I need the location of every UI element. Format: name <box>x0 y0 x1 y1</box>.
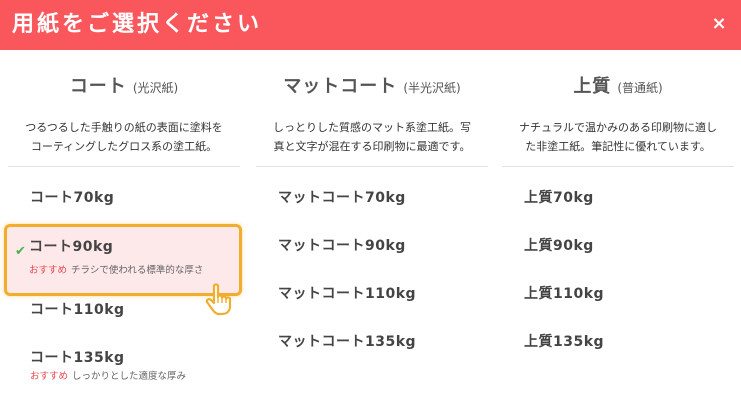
description-line: しっとりした質感のマット系塗工紙。写 <box>273 121 471 134</box>
column-title-main: 上質 <box>573 76 612 97</box>
option-note-text: チラシで使われる標準的な厚さ <box>71 265 204 276</box>
modal-title: 用紙をご選択ください <box>12 12 263 37</box>
paper-option-woodfree-135[interactable]: 上質135kg <box>502 332 740 396</box>
option-label: マットコート110kg <box>278 286 417 302</box>
option-label: 上質90kg <box>524 238 594 254</box>
paper-column-coat: コート (光沢紙) つるつるした手触りの紙の表面に塗料を コーティングしたグロス系… <box>4 50 244 412</box>
paper-column-matte-coat: マットコート (半光沢紙) しっとりした質感のマット系塗工紙。写 真と文字が混在す… <box>252 50 492 412</box>
column-title-main: マットコート <box>283 76 398 97</box>
description-line: た非塗工紙。筆記性に優れています。 <box>525 140 711 153</box>
recommend-badge: おすすめ <box>30 371 69 382</box>
modal-header: 用紙をご選択ください × <box>0 0 741 50</box>
option-label: コート135kg <box>30 350 125 366</box>
divider <box>256 166 488 167</box>
paper-option-coat-135[interactable]: コート135kg おすすめ しっかりとした適度な厚み <box>8 348 246 412</box>
description-line: コーティングしたグロス系の塗工紙。 <box>30 140 218 153</box>
option-label: 上質135kg <box>524 334 605 350</box>
option-label: 上質70kg <box>524 190 594 206</box>
column-title: コート (光沢紙) <box>4 74 244 101</box>
option-note-text: しっかりとした適度な厚み <box>72 371 187 382</box>
option-label: 上質110kg <box>524 286 605 302</box>
option-label: コート90kg <box>29 239 114 255</box>
column-description: つるつるした手触りの紙の表面に塗料を コーティングしたグロス系の塗工紙。 <box>4 118 244 156</box>
option-label: マットコート135kg <box>278 334 417 350</box>
divider <box>502 166 734 167</box>
column-title-main: コート <box>69 76 127 97</box>
column-title-sub: (普通紙) <box>617 81 663 95</box>
column-description: ナチュラルで温かみのある印刷物に適し た非塗工紙。筆記性に優れています。 <box>498 118 738 156</box>
column-title-sub: (光沢紙) <box>132 81 179 95</box>
option-label: コート110kg <box>30 302 125 318</box>
paper-option-matte-135[interactable]: マットコート135kg <box>256 332 494 396</box>
option-note: おすすめ チラシで使われる標準的な厚さ <box>29 264 203 278</box>
description-line: 真と文字が混在する印刷物に最適です。 <box>273 140 471 153</box>
check-icon: ✔ <box>15 244 26 259</box>
paper-column-woodfree: 上質 (普通紙) ナチュラルで温かみのある印刷物に適し た非塗工紙。筆記性に優れて… <box>498 50 738 412</box>
column-title-sub: (半光沢紙) <box>403 81 461 95</box>
option-note: おすすめ しっかりとした適度な厚み <box>30 370 186 384</box>
description-line: ナチュラルで温かみのある印刷物に適し <box>519 121 717 134</box>
option-label: コート70kg <box>30 190 115 206</box>
recommend-badge: おすすめ <box>29 265 68 276</box>
description-line: つるつるした手触りの紙の表面に塗料を <box>25 121 223 134</box>
option-label: マットコート90kg <box>278 238 406 254</box>
close-icon: × <box>711 13 727 34</box>
column-title: 上質 (普通紙) <box>498 74 738 101</box>
hand-pointer-icon <box>205 283 232 316</box>
column-description: しっとりした質感のマット系塗工紙。写 真と文字が混在する印刷物に最適です。 <box>252 118 492 156</box>
close-button[interactable]: × <box>707 12 731 36</box>
divider <box>8 166 240 167</box>
option-label: マットコート70kg <box>278 190 406 206</box>
column-title: マットコート (半光沢紙) <box>252 74 492 101</box>
